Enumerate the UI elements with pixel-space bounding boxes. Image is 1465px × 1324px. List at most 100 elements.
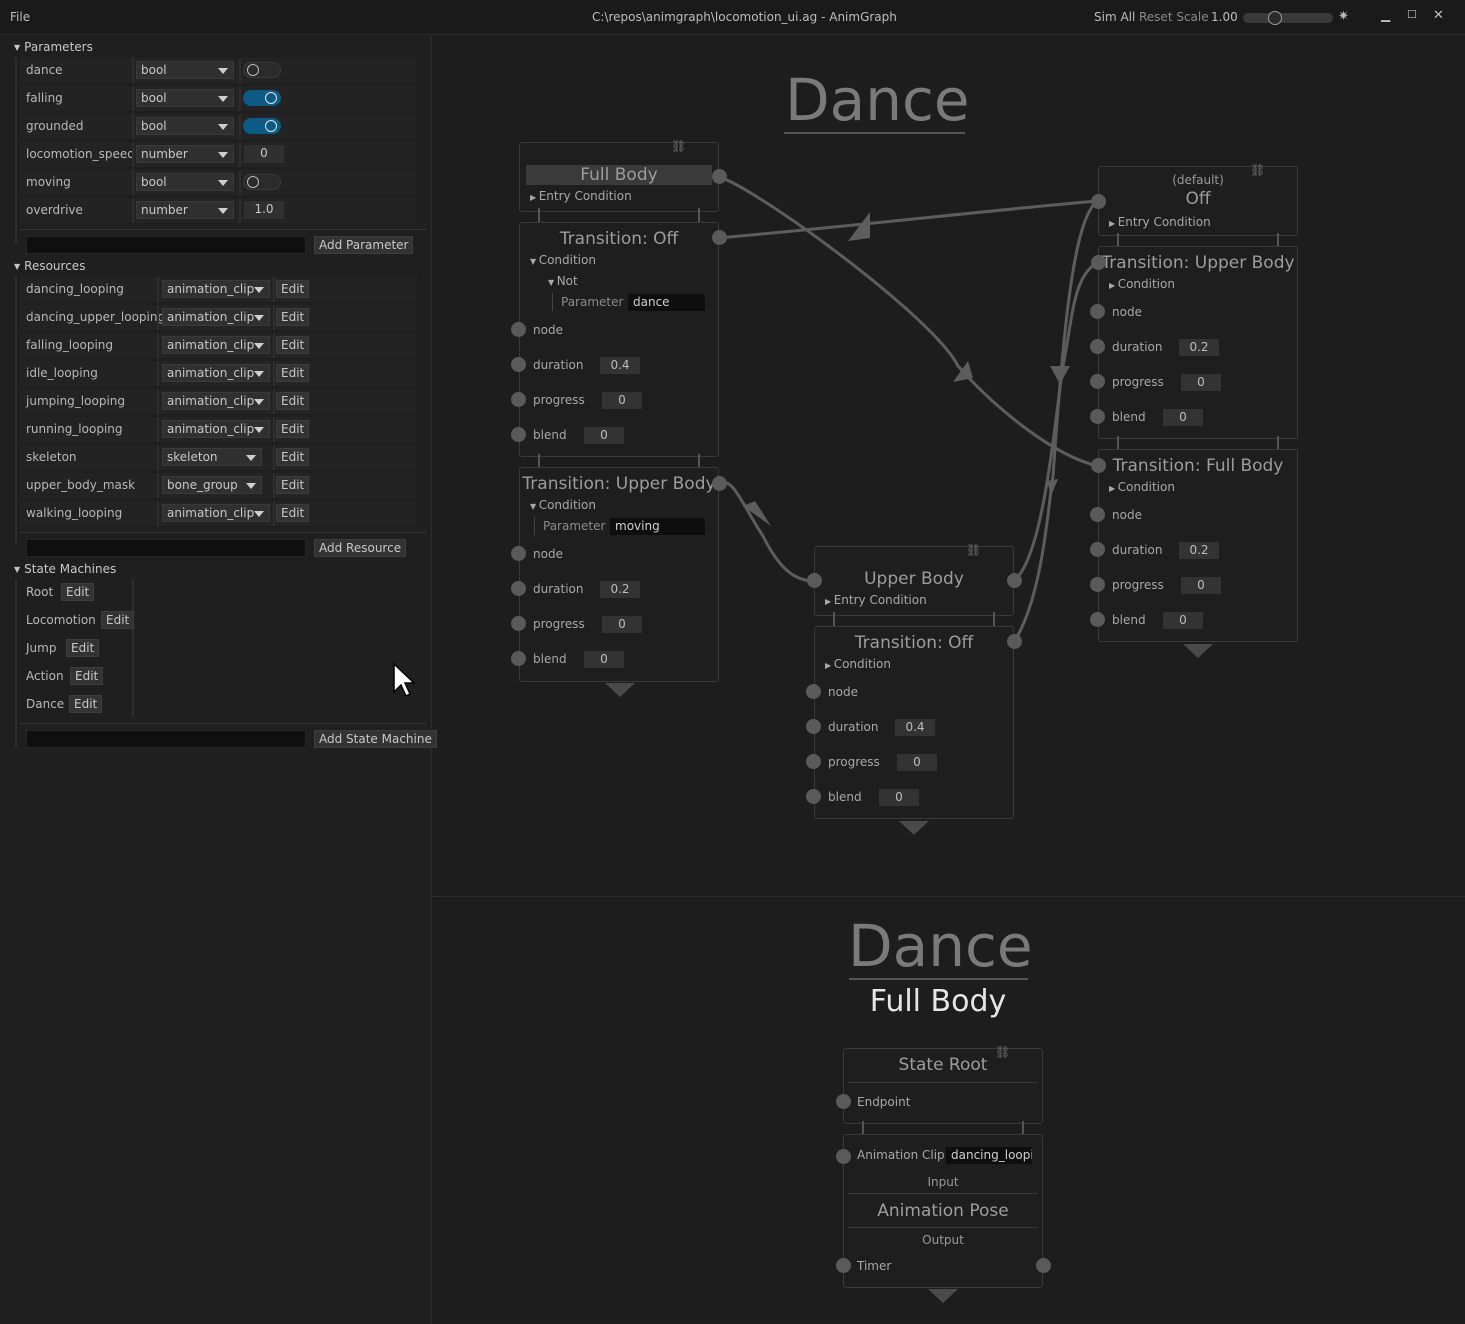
condition-toggle[interactable]: ▼ Condition [530, 253, 596, 267]
parameter-toggle[interactable] [243, 62, 281, 78]
parameter-type-dropdown[interactable]: number [136, 145, 234, 163]
endpoint-pin[interactable] [836, 1094, 851, 1109]
resource-type-dropdown[interactable]: bone_group [162, 476, 262, 494]
parameter-type-dropdown[interactable]: bool [136, 117, 234, 135]
sim-all-button[interactable]: Sim All [1094, 10, 1135, 24]
duration-pin[interactable] [511, 357, 526, 372]
parameter-type-dropdown[interactable]: bool [136, 173, 234, 191]
duration-pin[interactable] [806, 719, 821, 734]
edit-state-machine-button[interactable]: Edit [66, 639, 100, 657]
entry-condition[interactable]: ▶ Entry Condition [530, 189, 632, 203]
expand-down-icon[interactable] [1183, 644, 1213, 658]
resource-type-dropdown[interactable]: animation_clip [162, 420, 270, 438]
progress-pin[interactable] [1090, 374, 1105, 389]
progress-pin[interactable] [511, 616, 526, 631]
parameter-type-dropdown[interactable]: bool [136, 89, 234, 107]
parameter-toggle[interactable] [243, 118, 281, 134]
duration-field[interactable]: 0.2 [1179, 542, 1219, 559]
link-icon[interactable]: ⛓ [966, 543, 981, 557]
parameter-type-dropdown[interactable]: bool [136, 61, 234, 79]
progress-pin[interactable] [511, 392, 526, 407]
blend-field[interactable]: 0 [879, 789, 919, 806]
duration-pin[interactable] [511, 581, 526, 596]
progress-field[interactable]: 0 [897, 754, 937, 771]
parameter-type-dropdown[interactable]: number [136, 201, 234, 219]
state-node-full-body[interactable]: Full Body ▶ Entry Condition ⛓ [519, 139, 719, 212]
parameter-value-field[interactable]: 1.0 [244, 201, 284, 219]
parameters-header[interactable]: ▼ Parameters [14, 40, 93, 54]
parameter-select[interactable]: dance [628, 294, 705, 311]
edit-state-machine-button[interactable]: Edit [69, 695, 103, 713]
transition-node-off[interactable]: Transition: Off ▶ Condition node duratio… [814, 626, 1014, 819]
parameter-value-field[interactable]: 0 [244, 145, 284, 163]
state-node-off[interactable]: (default) Off ▶ Entry Condition ⛓ [1098, 163, 1298, 236]
edit-resource-button[interactable]: Edit [276, 336, 310, 354]
transition-node-full-body[interactable]: Transition: Full Body ▶ Condition node d… [1098, 449, 1298, 642]
progress-pin[interactable] [806, 754, 821, 769]
state-root-node[interactable]: State Root Endpoint ⛓ [843, 1045, 1043, 1124]
output-pin[interactable] [1007, 573, 1022, 588]
edit-resource-button[interactable]: Edit [276, 364, 310, 382]
output-pin[interactable] [712, 169, 727, 184]
node-pin[interactable] [511, 546, 526, 561]
edit-resource-button[interactable]: Edit [276, 392, 310, 410]
close-icon[interactable]: ✕ [1433, 8, 1444, 23]
transition-node-off[interactable]: Transition: Off ▼ Condition ▼ Not Parame… [519, 222, 719, 457]
edit-resource-button[interactable]: Edit [276, 504, 310, 522]
blend-pin[interactable] [806, 789, 821, 804]
not-toggle[interactable]: ▼ Not [548, 274, 578, 288]
resource-type-dropdown[interactable]: animation_clip [162, 308, 270, 326]
output-pin[interactable] [712, 230, 727, 245]
duration-pin[interactable] [1090, 339, 1105, 354]
link-icon[interactable]: ⛓ [1250, 163, 1265, 177]
node-pin[interactable] [1090, 507, 1105, 522]
add-state-machine-button[interactable]: Add State Machine [314, 730, 437, 748]
graph-canvas[interactable]: Dance Full Body ▶ Entry Condition ⛓ Tran… [433, 36, 1465, 1324]
condition-toggle[interactable]: ▼ Condition [530, 498, 596, 512]
resource-type-dropdown[interactable]: animation_clip [162, 364, 270, 382]
animation-pose-node[interactable]: Animation Clip dancing_loopi Input Anima… [843, 1134, 1043, 1288]
progress-field[interactable]: 0 [1181, 374, 1221, 391]
node-pin[interactable] [511, 322, 526, 337]
duration-pin[interactable] [1090, 542, 1105, 557]
condition-toggle[interactable]: ▶ Condition [1109, 480, 1175, 494]
duration-field[interactable]: 0.2 [1179, 339, 1219, 356]
node-pin[interactable] [1090, 304, 1105, 319]
duration-field[interactable]: 0.4 [895, 719, 935, 736]
edit-resource-button[interactable]: Edit [276, 308, 310, 326]
resource-type-dropdown[interactable]: skeleton [162, 448, 262, 466]
new-parameter-input[interactable] [26, 236, 306, 254]
sun-icon[interactable]: ✷ [1338, 9, 1349, 24]
expand-down-icon[interactable] [605, 683, 635, 697]
resources-header[interactable]: ▼ Resources [14, 259, 85, 273]
input-pin[interactable] [807, 573, 822, 588]
animation-clip-pin[interactable] [836, 1149, 851, 1164]
progress-field[interactable]: 0 [1181, 577, 1221, 594]
add-parameter-button[interactable]: Add Parameter [314, 236, 414, 254]
blend-pin[interactable] [1090, 409, 1105, 424]
condition-toggle[interactable]: ▶ Condition [825, 657, 891, 671]
edit-resource-button[interactable]: Edit [276, 420, 310, 438]
edit-resource-button[interactable]: Edit [276, 476, 310, 494]
resource-type-dropdown[interactable]: animation_clip [162, 336, 270, 354]
new-state-machine-input[interactable] [26, 730, 306, 748]
blend-pin[interactable] [511, 651, 526, 666]
add-resource-button[interactable]: Add Resource [314, 539, 407, 557]
state-machines-header[interactable]: ▼ State Machines [14, 562, 116, 576]
resource-type-dropdown[interactable]: animation_clip [162, 392, 270, 410]
panel-splitter[interactable] [433, 896, 1465, 897]
blend-field[interactable]: 0 [584, 651, 624, 668]
expand-down-icon[interactable] [928, 1289, 958, 1303]
output-pin[interactable] [712, 476, 727, 491]
entry-condition[interactable]: ▶ Entry Condition [1109, 215, 1211, 229]
progress-field[interactable]: 0 [602, 392, 642, 409]
state-node-upper-body[interactable]: Upper Body ▶ Entry Condition ⛓ [814, 543, 1014, 616]
edit-resource-button[interactable]: Edit [276, 280, 310, 298]
blend-pin[interactable] [511, 427, 526, 442]
edit-state-machine-button[interactable]: Edit [101, 611, 135, 629]
node-pin[interactable] [806, 684, 821, 699]
parameter-toggle[interactable] [243, 174, 281, 190]
output-pin[interactable] [1091, 458, 1106, 473]
duration-field[interactable]: 0.2 [600, 581, 640, 598]
resource-type-dropdown[interactable]: animation_clip [162, 504, 270, 522]
